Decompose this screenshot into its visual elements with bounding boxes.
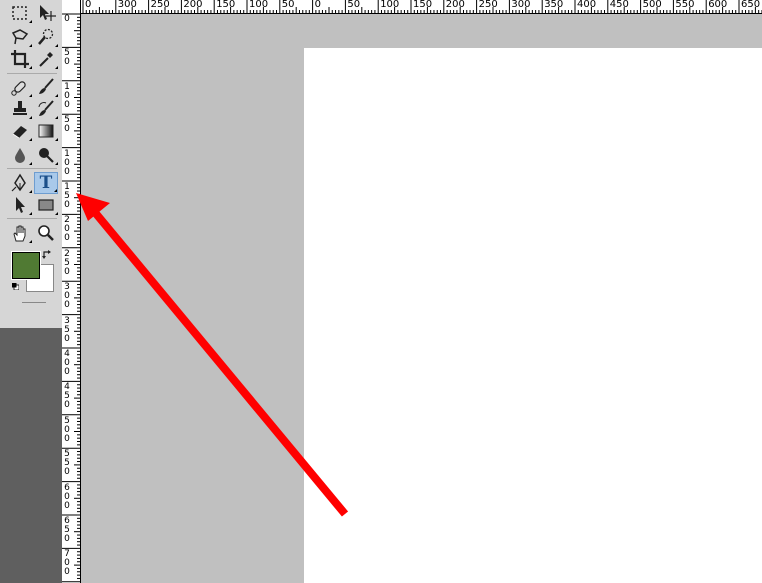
v-ruler-label: 5 0	[64, 48, 70, 68]
h-ruler-label: 350	[544, 0, 564, 10]
h-ruler-label: 50	[281, 0, 295, 10]
eyedropper-icon	[39, 52, 53, 67]
h-ruler-label: 650	[741, 0, 761, 10]
v-ruler-label: 1 0 0	[64, 81, 70, 110]
history-brush-icon	[38, 100, 54, 116]
horizontal-type-tool[interactable]: T	[34, 172, 58, 194]
eyedropper-tool[interactable]	[34, 48, 58, 70]
h-ruler-label: 100	[249, 0, 269, 10]
h-ruler-label: 300	[511, 0, 531, 10]
v-ruler-label: 2 0 0	[64, 215, 70, 244]
h-ruler-label: 250	[150, 0, 170, 10]
default-colors-icon[interactable]	[12, 283, 19, 290]
h-ruler-label: 550	[675, 0, 695, 10]
move-icon	[40, 5, 56, 21]
pen-icon	[11, 173, 26, 192]
v-ruler-label: 2 5 0	[64, 248, 70, 277]
zoom-tool[interactable]	[34, 222, 58, 244]
dodge-tool[interactable]	[34, 144, 58, 166]
brush-tool[interactable]	[34, 76, 58, 98]
blur-tool[interactable]	[8, 144, 32, 166]
brush-icon	[39, 78, 54, 94]
hand-tool[interactable]	[8, 222, 32, 244]
h-ruler-label: 300	[117, 0, 137, 10]
h-ruler-label: 250	[478, 0, 498, 10]
h-ruler-label: 0	[314, 0, 321, 10]
rectangle-shape-tool[interactable]	[34, 194, 58, 216]
foreground-color-swatch[interactable]	[11, 251, 41, 280]
h-ruler-label: 100	[380, 0, 400, 10]
panel-background	[0, 328, 63, 583]
polygonal-lasso-icon	[11, 29, 29, 45]
h-ruler-label: 500	[642, 0, 662, 10]
v-ruler-label: 4 5 0	[64, 382, 70, 411]
polygonal-lasso-tool[interactable]	[8, 26, 32, 48]
h-ruler-label: 150	[216, 0, 236, 10]
spot-healing-brush-tool[interactable]	[8, 76, 32, 98]
h-ruler-label: 600	[708, 0, 728, 10]
h-ruler-label: 450	[609, 0, 629, 10]
v-ruler-label: 5 0 0	[64, 415, 70, 444]
clone-stamp-icon	[13, 101, 27, 115]
clone-stamp-tool[interactable]	[8, 98, 32, 120]
move-tool[interactable]	[34, 2, 58, 24]
v-ruler-label: 7 0 0	[64, 549, 70, 578]
eraser-tool[interactable]	[8, 120, 32, 142]
quick-selection-icon	[38, 28, 54, 45]
v-ruler-label: 5 5 0	[64, 449, 70, 478]
v-ruler-label: 0	[64, 14, 70, 24]
h-ruler-label: 400	[577, 0, 597, 10]
v-ruler-label: 3 0 0	[64, 282, 70, 311]
zoom-icon	[38, 225, 54, 241]
rectangular-marquee-tool[interactable]	[8, 2, 32, 24]
horizontal-ruler[interactable]: 0 300 250 200 150 100 50 0 50 100 150 200 250 300 350 4…	[80, 0, 762, 14]
rectangle-shape-icon	[38, 199, 54, 211]
gradient-tool[interactable]	[34, 120, 58, 142]
document-canvas[interactable]	[304, 48, 762, 583]
hand-icon	[13, 225, 26, 242]
crop-icon	[11, 50, 29, 68]
path-selection-tool[interactable]	[8, 194, 32, 216]
v-ruler-label: 6 0 0	[64, 482, 70, 511]
v-ruler-label: 3 5 0	[64, 315, 70, 344]
dodge-icon	[39, 148, 54, 163]
panel-grip	[22, 302, 46, 303]
rectangular-marquee-icon	[12, 6, 27, 20]
v-ruler-label: 1 5 0	[64, 182, 70, 210]
horizontal-type-icon: T	[39, 173, 53, 193]
eraser-icon	[12, 126, 27, 139]
v-ruler-label: 5 0	[64, 115, 70, 135]
tools-panel: T	[0, 0, 63, 328]
v-ruler-label: 1 0 0	[64, 148, 70, 177]
quick-selection-tool[interactable]	[34, 26, 58, 48]
vertical-ruler[interactable]: 0 5 0 1 0 0 5 0 1 0 0 1 5 0 2 0 0 2 5 0 3 0 0 3 5…	[62, 0, 81, 583]
spot-healing-brush-icon	[11, 81, 26, 96]
h-ruler-label: 200	[445, 0, 465, 10]
pen-tool[interactable]	[8, 172, 32, 194]
h-ruler-label: 50	[347, 0, 361, 10]
h-ruler-label: 200	[183, 0, 203, 10]
gradient-icon	[38, 124, 54, 138]
path-selection-icon	[16, 197, 25, 213]
history-brush-tool[interactable]	[34, 98, 58, 120]
crop-tool[interactable]	[8, 48, 32, 70]
h-ruler-label: 150	[413, 0, 433, 10]
v-ruler-label: 6 5 0	[64, 516, 70, 544]
swap-colors-icon[interactable]	[42, 249, 54, 261]
h-ruler-label: 0	[85, 0, 92, 10]
blur-icon	[15, 148, 25, 163]
v-ruler-label: 4 0 0	[64, 349, 70, 377]
